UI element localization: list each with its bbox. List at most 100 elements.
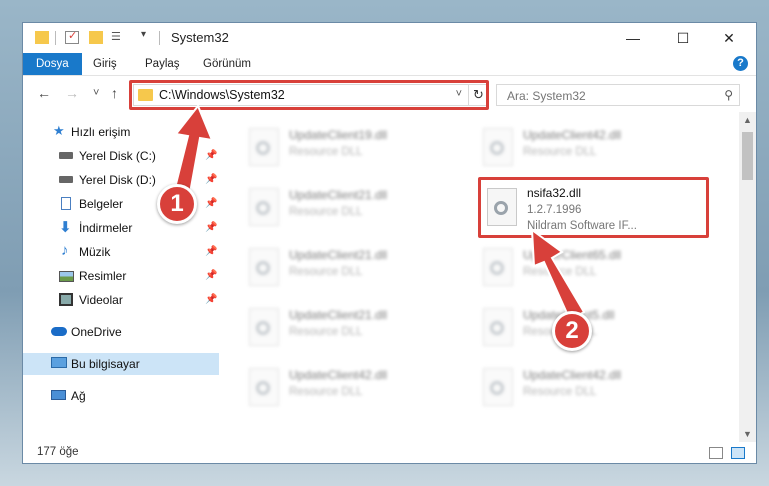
- sidebar-item-resimler[interactable]: Resimler 📌: [23, 265, 219, 287]
- dll-file-icon: [249, 248, 279, 286]
- search-icon[interactable]: ⚲: [724, 88, 733, 102]
- file-item[interactable]: UpdateClient21.dll Resource DLL: [249, 304, 469, 354]
- sidebar-item-label: Belgeler: [79, 197, 124, 211]
- sidebar-item-label: Bu bilgisayar: [71, 357, 140, 371]
- network-icon: [51, 390, 66, 400]
- dll-file-icon: [487, 188, 517, 226]
- tab-dosya[interactable]: Dosya: [23, 53, 82, 75]
- scrollbar-thumb[interactable]: [742, 132, 753, 180]
- navigation-bar: ← → ˅ ↑ C:\Windows\System32 ˅ ↻ ⚲: [23, 76, 756, 112]
- file-list: UpdateClient19.dll Resource DLL UpdateCl…: [219, 112, 739, 442]
- properties-icon[interactable]: ✓: [65, 30, 79, 44]
- title-bar: ✓ ☰ ▾ System32 — ☐ ✕: [23, 23, 756, 53]
- sidebar-item-label: İndirmeler: [79, 221, 133, 235]
- file-description: Resource DLL: [289, 146, 363, 158]
- separator: [159, 31, 160, 45]
- item-count: 177 öğe: [37, 446, 79, 458]
- help-icon[interactable]: ?: [733, 56, 748, 71]
- dll-file-icon: [249, 308, 279, 346]
- sidebar-item-label: Resimler: [79, 269, 127, 283]
- pin-icon[interactable]: 📌: [205, 222, 217, 233]
- document-icon: [61, 197, 71, 210]
- file-version: 1.2.7.1996: [527, 204, 582, 216]
- pin-icon[interactable]: 📌: [205, 270, 217, 281]
- dll-file-icon: [483, 248, 513, 286]
- vertical-scrollbar[interactable]: ▲ ▼: [739, 112, 756, 442]
- file-name: UpdateClient42.dll: [523, 128, 622, 142]
- scroll-up-icon[interactable]: ▲: [739, 112, 756, 128]
- details-view-icon[interactable]: [709, 447, 723, 459]
- file-company: Nildram Software IF...: [527, 220, 637, 232]
- address-path[interactable]: C:\Windows\System32: [159, 88, 285, 102]
- file-name: UpdateClient65.dll: [523, 248, 622, 262]
- pin-icon[interactable]: 📌: [205, 150, 217, 161]
- status-bar: 177 öğe: [23, 442, 756, 463]
- chevron-down-icon[interactable]: ˅: [456, 88, 462, 100]
- sidebar-item-label: Yerel Disk (C:): [79, 149, 156, 163]
- file-item[interactable]: UpdateClient42.dll Resource DLL: [483, 124, 703, 174]
- sidebar-item-label: Yerel Disk (D:): [79, 173, 156, 187]
- video-icon: [59, 293, 73, 306]
- sidebar-item-label: Müzik: [79, 245, 111, 259]
- music-icon: ♪: [61, 242, 69, 259]
- cloud-icon: [51, 327, 67, 336]
- file-item[interactable]: UpdateClient42.dll Resource DLL: [483, 364, 703, 414]
- dll-file-icon: [483, 128, 513, 166]
- pin-icon[interactable]: 📌: [205, 198, 217, 209]
- download-icon: ⬇: [59, 219, 72, 236]
- minimize-button[interactable]: —: [610, 23, 656, 53]
- tab-giris[interactable]: Giriş: [83, 53, 127, 75]
- maximize-button[interactable]: ☐: [660, 23, 706, 53]
- search-input[interactable]: [505, 86, 709, 106]
- pin-icon[interactable]: 📌: [205, 174, 217, 185]
- file-description: Resource DLL: [289, 386, 363, 398]
- file-item[interactable]: UpdateClient19.dll Resource DLL: [249, 124, 469, 174]
- refresh-button[interactable]: ↻: [469, 84, 489, 106]
- tab-paylas[interactable]: Paylaş: [135, 53, 190, 75]
- file-item[interactable]: UpdateClient21.dll Resource DLL: [249, 244, 469, 294]
- file-item[interactable]: UpdateClient65.dll Resource DLL: [483, 244, 703, 294]
- forward-button[interactable]: →: [65, 85, 79, 101]
- folder-icon[interactable]: [35, 31, 49, 44]
- address-bar[interactable]: C:\Windows\System32 ˅: [133, 84, 469, 106]
- customize-toolbar-icon[interactable]: ▾: [141, 29, 146, 40]
- sidebar-item-ag[interactable]: Ağ: [23, 385, 219, 407]
- file-item[interactable]: UpdateClient21.dll Resource DLL: [249, 184, 469, 234]
- file-item-nsifa32[interactable]: nsifa32.dll 1.2.7.1996 Nildram Software …: [487, 180, 707, 236]
- picture-icon: [59, 271, 74, 282]
- view-options-icon[interactable]: ☰: [111, 31, 125, 44]
- up-button[interactable]: ↑: [111, 85, 118, 101]
- recent-locations-button[interactable]: ˅: [93, 87, 99, 99]
- sidebar-item-label: Hızlı erişim: [71, 125, 131, 139]
- pin-icon[interactable]: 📌: [205, 294, 217, 305]
- scroll-down-icon[interactable]: ▼: [739, 426, 756, 442]
- tiles-view-icon[interactable]: [731, 447, 745, 459]
- file-description: Resource DLL: [289, 326, 363, 338]
- close-button[interactable]: ✕: [706, 23, 752, 53]
- search-box[interactable]: ⚲: [496, 84, 740, 106]
- sidebar-item-label: OneDrive: [71, 325, 122, 339]
- drive-icon: [59, 152, 73, 159]
- dll-file-icon: [483, 308, 513, 346]
- tab-gorunum[interactable]: Görünüm: [193, 53, 261, 75]
- star-icon: ★: [53, 123, 65, 138]
- file-name: nsifa32.dll: [527, 186, 582, 200]
- window-title: System32: [171, 30, 229, 45]
- sidebar-item-label: Videolar: [79, 293, 123, 307]
- file-item[interactable]: UpdateClient5.dll Resource DLL: [483, 304, 703, 354]
- file-description: Resource DLL: [523, 146, 597, 158]
- sidebar-item-indirmeler[interactable]: ⬇ İndirmeler 📌: [23, 217, 219, 239]
- pin-icon[interactable]: 📌: [205, 246, 217, 257]
- sidebar-item-muzik[interactable]: ♪ Müzik 📌: [23, 241, 219, 263]
- sidebar-item-bu-bilgisayar[interactable]: Bu bilgisayar: [23, 353, 219, 375]
- sidebar-item-yerel-disk-c[interactable]: Yerel Disk (C:) 📌: [23, 145, 219, 167]
- step-2-badge: 2: [552, 311, 592, 351]
- sidebar-item-videolar[interactable]: Videolar 📌: [23, 289, 219, 311]
- dll-file-icon: [249, 128, 279, 166]
- file-item[interactable]: UpdateClient42.dll Resource DLL: [249, 364, 469, 414]
- new-folder-icon[interactable]: [89, 31, 103, 44]
- sidebar-item-hizli-erisim[interactable]: ★ Hızlı erişim: [23, 121, 219, 143]
- sidebar-item-onedrive[interactable]: OneDrive: [23, 321, 219, 343]
- file-description: Resource DLL: [289, 266, 363, 278]
- back-button[interactable]: ←: [37, 85, 51, 101]
